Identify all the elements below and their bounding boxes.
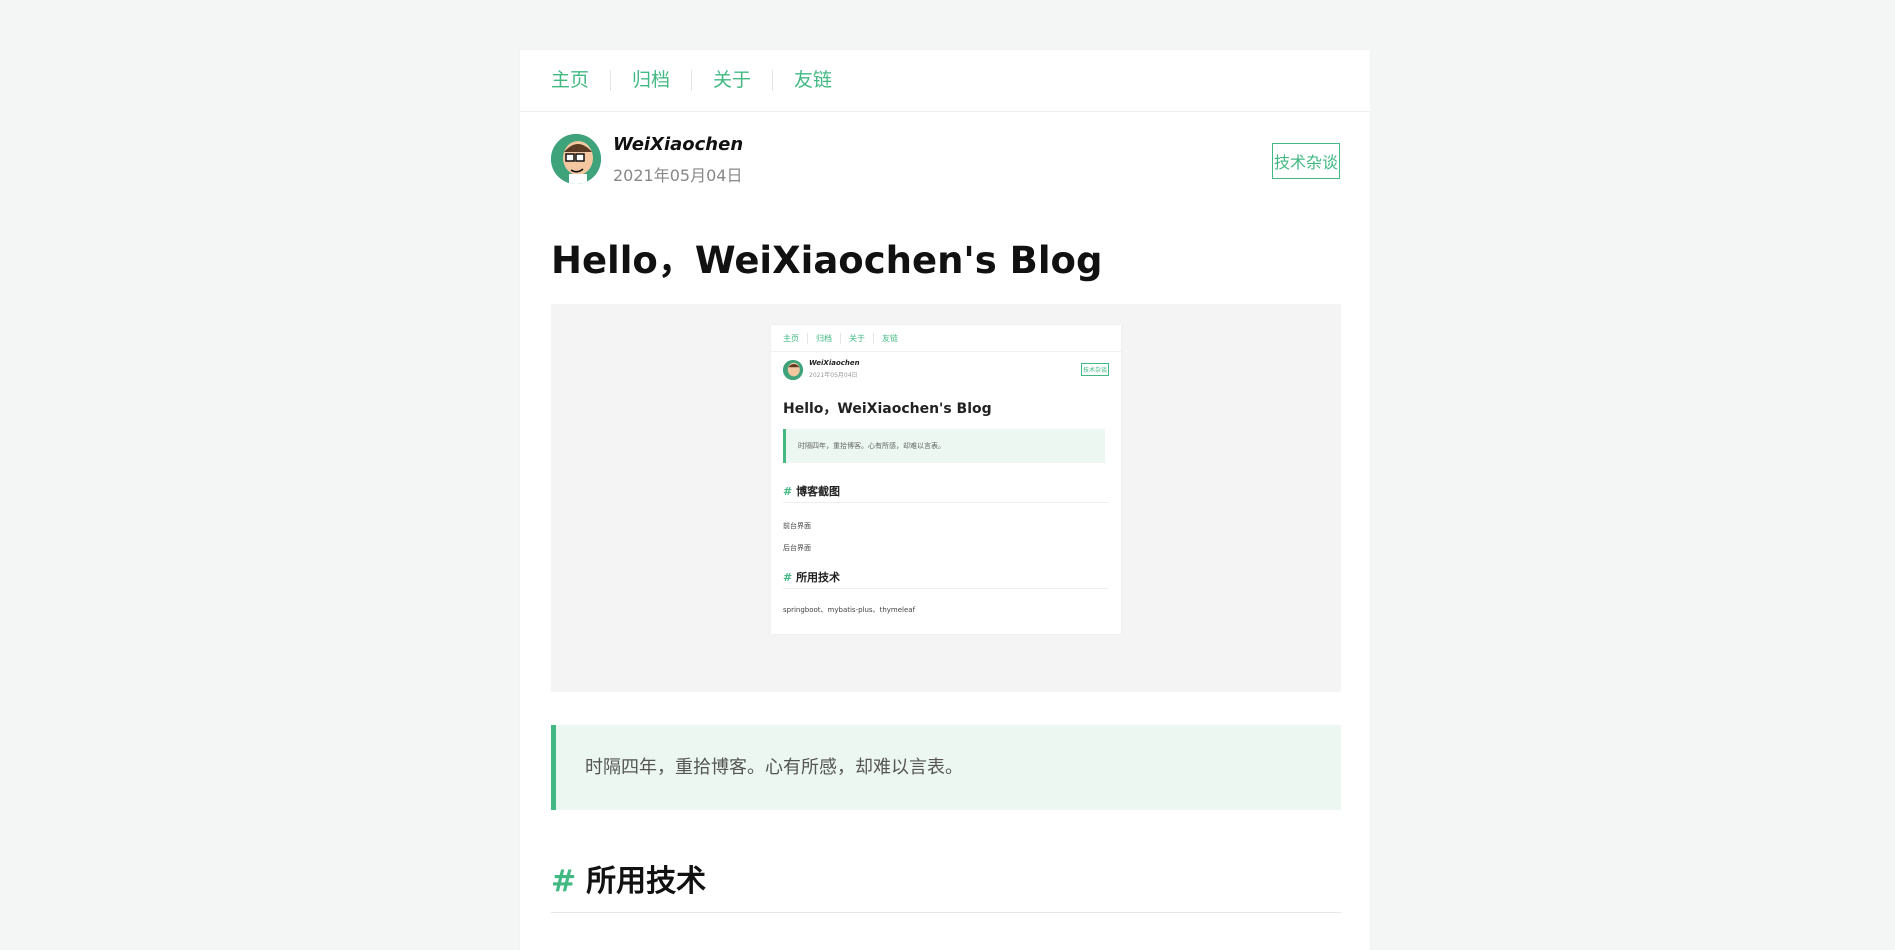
screenshot-tag: 技术杂谈: [1080, 363, 1109, 376]
blog-screenshot-image: 主页 归档 关于 友链 WeiXiaochen 2021年05月04日 技术杂谈…: [551, 304, 1341, 692]
screenshot-nav-item: 关于: [840, 332, 873, 344]
category-tag[interactable]: 技术杂谈: [1271, 143, 1340, 179]
nav-friends-link[interactable]: 友链: [772, 70, 853, 91]
screenshot-title: Hello，WeiXiaochen's Blog: [783, 401, 992, 417]
post-meta: WeiXiaochen 2021年05月04日 技术杂谈: [551, 134, 1340, 186]
screenshot-nav: 主页 归档 关于 友链: [771, 325, 1121, 352]
hash-icon: #: [783, 485, 793, 498]
screenshot-author: WeiXiaochen: [809, 359, 860, 367]
section-heading-text: 所用技术: [586, 864, 707, 899]
hash-icon: #: [551, 864, 577, 899]
top-nav: 主页 归档 关于 友链: [520, 50, 1370, 112]
section-heading: # 所用技术: [551, 856, 1341, 913]
screenshot-heading-screens: # 博客截图: [783, 483, 1109, 503]
screenshot-heading-tech: # 所用技术: [783, 569, 1109, 589]
author-avatar[interactable]: [551, 134, 601, 184]
nav-about-link[interactable]: 关于: [691, 70, 772, 91]
screenshot-back-text: 后台界面: [783, 544, 811, 552]
post-title: Hello，WeiXiaochen's Blog: [551, 239, 1103, 282]
screenshot-heading-text: 所用技术: [796, 571, 841, 584]
screenshot-heading-text: 博客截图: [796, 485, 841, 498]
screenshot-front-text: 前台界面: [783, 522, 811, 530]
nav-home-link[interactable]: 主页: [551, 70, 610, 91]
post-date: 2021年05月04日: [613, 166, 743, 185]
screenshot-nav-item: 归档: [807, 332, 840, 344]
screenshot-date: 2021年05月04日: [809, 372, 858, 379]
hash-icon: #: [783, 571, 793, 584]
avatar-cartoon-icon: [551, 134, 601, 184]
screenshot-nav-item: 主页: [783, 333, 799, 343]
avatar-cartoon-icon: [783, 360, 803, 380]
screenshot-avatar: [783, 360, 803, 380]
screenshot-tech-text: springboot、mybatis-plus、thymeleaf: [783, 606, 916, 614]
nav-archive-link[interactable]: 归档: [610, 70, 691, 91]
author-name: WeiXiaochen: [613, 134, 744, 155]
screenshot-page: 主页 归档 关于 友链 WeiXiaochen 2021年05月04日 技术杂谈…: [771, 325, 1121, 634]
screenshot-nav-item: 友链: [873, 332, 906, 344]
post-blockquote: 时隔四年，重拾博客。心有所感，却难以言表。: [551, 725, 1341, 810]
screenshot-quote: 时隔四年，重拾博客。心有所感，却难以言表。: [783, 429, 1105, 463]
post-card: 主页 归档 关于 友链 WeiXiaochen 2021年05月04日 技术杂谈…: [520, 50, 1370, 950]
